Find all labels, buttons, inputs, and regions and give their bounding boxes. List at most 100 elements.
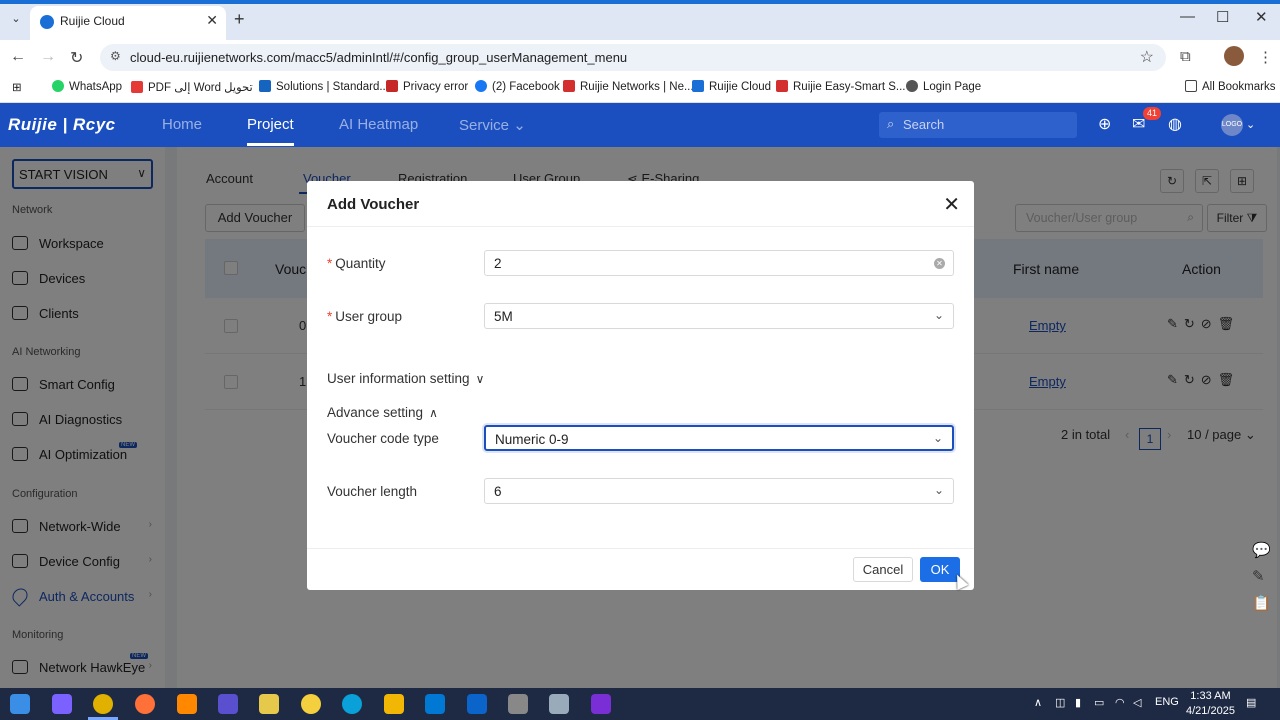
nav-service[interactable]: Service ⌄ [459, 116, 526, 134]
dialog-title: Add Voucher [327, 196, 420, 213]
chrome-icon[interactable] [93, 694, 113, 714]
tray-expand-icon[interactable]: ∧ [1034, 696, 1042, 709]
nav-service-label: Service [459, 117, 510, 134]
site-info-icon[interactable]: ⚙ [110, 49, 121, 63]
maximize-icon[interactable]: ☐ [1216, 8, 1229, 26]
app-icon[interactable] [591, 694, 611, 714]
media-icon[interactable] [301, 694, 321, 714]
chrome-menu-icon[interactable]: ⋮ [1258, 48, 1273, 66]
bookmark-ruijie-easy-smart[interactable]: Ruijie Easy-Smart S... [776, 80, 905, 93]
back-icon[interactable]: ← [10, 48, 26, 66]
feedback-icon[interactable]: ✎ [1252, 567, 1265, 585]
chrome-profile-avatar[interactable] [1224, 46, 1244, 66]
bookmark-ruijie-networks[interactable]: Ruijie Networks | Ne... [563, 80, 694, 93]
battery-icon[interactable]: ▭ [1094, 696, 1104, 709]
bookmark-label: WhatsApp [69, 81, 123, 93]
volume-icon[interactable]: ◁ [1133, 696, 1141, 709]
address-bar-row: ← → ↻ ⚙ cloud-eu.ruijienetworks.com/macc… [0, 40, 1280, 74]
tab-search-icon[interactable]: ⌄ [8, 12, 24, 28]
firefox-icon[interactable] [135, 694, 155, 714]
extensions-icon[interactable]: ⧉ [1180, 48, 1191, 65]
nav-ai-heatmap[interactable]: AI Heatmap [339, 116, 418, 133]
bookmark-label: Ruijie Easy-Smart S... [793, 81, 906, 93]
global-search-input[interactable]: ⌕ Search [879, 112, 1077, 138]
code-type-select[interactable]: Numeric 0-9 ⌄ [484, 425, 954, 451]
chat-icon[interactable]: 💬 [1252, 541, 1271, 559]
app-icon[interactable] [508, 694, 528, 714]
store-icon[interactable] [425, 694, 445, 714]
browser-tab[interactable]: Ruijie Cloud ✕ [30, 6, 226, 40]
bookmark-privacy-error[interactable]: Privacy error [386, 80, 468, 93]
advance-section-label: Advance setting [327, 405, 424, 420]
chevron-down-icon: ⌄ [513, 117, 526, 134]
reload-icon[interactable]: ↻ [70, 48, 83, 68]
bookmark-label: (2) Facebook [492, 81, 560, 93]
clear-icon[interactable]: ✕ [934, 258, 945, 269]
divider [307, 548, 974, 549]
notifications-icon[interactable]: ▤ [1246, 696, 1256, 709]
wifi-icon[interactable]: ◠ [1115, 696, 1125, 709]
vlc-icon[interactable] [177, 694, 197, 714]
ruijie-favicon-icon [40, 15, 54, 29]
new-tab-icon[interactable]: + [234, 9, 245, 30]
chevron-down-icon: ⌄ [933, 483, 944, 497]
vs-icon[interactable] [218, 694, 238, 714]
bookmark-solutions[interactable]: Solutions | Standard... [259, 80, 389, 93]
required-marker: * [327, 256, 333, 271]
user-avatar[interactable]: LOGO [1221, 114, 1243, 136]
windows-start-icon[interactable] [10, 694, 30, 714]
system-clock[interactable]: 1:33 AM 4/21/2025 [1186, 689, 1235, 719]
add-circle-icon[interactable]: ⊕ [1098, 114, 1111, 134]
ruijie-cloud-icon [692, 80, 704, 92]
ruijie-logo: Ruijie | Rcyc [8, 115, 116, 134]
chevron-down-icon[interactable]: ⌄ [1246, 118, 1255, 131]
user-info-section-toggle[interactable]: User information setting ∨ [327, 371, 484, 386]
tool-icon[interactable] [259, 694, 279, 714]
close-tab-icon[interactable]: ✕ [206, 12, 218, 29]
window-close-icon[interactable]: ✕ [1255, 8, 1268, 26]
outlook-icon[interactable] [467, 694, 487, 714]
globe-language-icon[interactable]: ◍ [1168, 114, 1182, 134]
cancel-button[interactable]: Cancel [853, 557, 913, 582]
globe-icon [906, 80, 918, 92]
language-indicator[interactable]: ENG [1155, 696, 1179, 708]
ruijie-icon [776, 80, 788, 92]
clipboard-icon[interactable]: 📋 [1252, 594, 1271, 612]
voucher-length-select[interactable]: 6 ⌄ [484, 478, 954, 504]
bookmark-pdf-word[interactable]: PDF إلى Word تحويل [131, 80, 253, 94]
browser-tab-bar: ⌄ Ruijie Cloud ✕ + — ☐ ✕ [0, 0, 1280, 40]
user-info-section-label: User information setting [327, 371, 470, 386]
notification-badge: 41 [1143, 107, 1162, 120]
bookmark-ruijie-cloud[interactable]: Ruijie Cloud [692, 80, 771, 93]
copilot-icon[interactable] [52, 694, 72, 714]
pdf-icon [131, 81, 143, 93]
url-field[interactable]: ⚙ cloud-eu.ruijienetworks.com/macc5/admi… [100, 44, 1166, 71]
user-group-select[interactable]: 5M ⌄ [484, 303, 954, 329]
bookmark-facebook[interactable]: (2) Facebook [475, 80, 560, 93]
advance-section-toggle[interactable]: Advance setting ∧ [327, 405, 438, 420]
quantity-value: 2 [494, 256, 502, 271]
window-accent [0, 0, 1280, 4]
minimize-icon[interactable]: — [1180, 8, 1195, 25]
bookmark-star-icon[interactable]: ☆ [1140, 47, 1154, 67]
file-explorer-icon[interactable] [384, 694, 404, 714]
clock-time: 1:33 AM [1190, 690, 1231, 702]
quantity-input[interactable]: 2 ✕ [484, 250, 954, 276]
bookmark-whatsapp[interactable]: WhatsApp [52, 80, 122, 93]
mic-icon[interactable]: ▮ [1075, 696, 1081, 709]
apps-grid-icon[interactable]: ⊞ [12, 80, 22, 94]
all-bookmarks[interactable]: All Bookmarks [1185, 80, 1276, 93]
bookmark-login-page[interactable]: Login Page [906, 80, 981, 93]
close-icon[interactable]: ✕ [943, 192, 960, 217]
camera-icon[interactable]: ◫ [1055, 696, 1065, 709]
chevron-down-icon: ⌄ [932, 431, 943, 445]
nav-project[interactable]: Project [247, 116, 294, 146]
whatsapp-icon [52, 80, 64, 92]
app-icon[interactable] [549, 694, 569, 714]
forward-icon[interactable]: → [40, 48, 56, 66]
voucher-length-label: Voucher length [327, 484, 418, 499]
nav-home[interactable]: Home [162, 116, 202, 133]
search-placeholder: Search [903, 117, 945, 132]
edge-icon[interactable] [342, 694, 362, 714]
user-group-label: * User group [327, 309, 402, 324]
